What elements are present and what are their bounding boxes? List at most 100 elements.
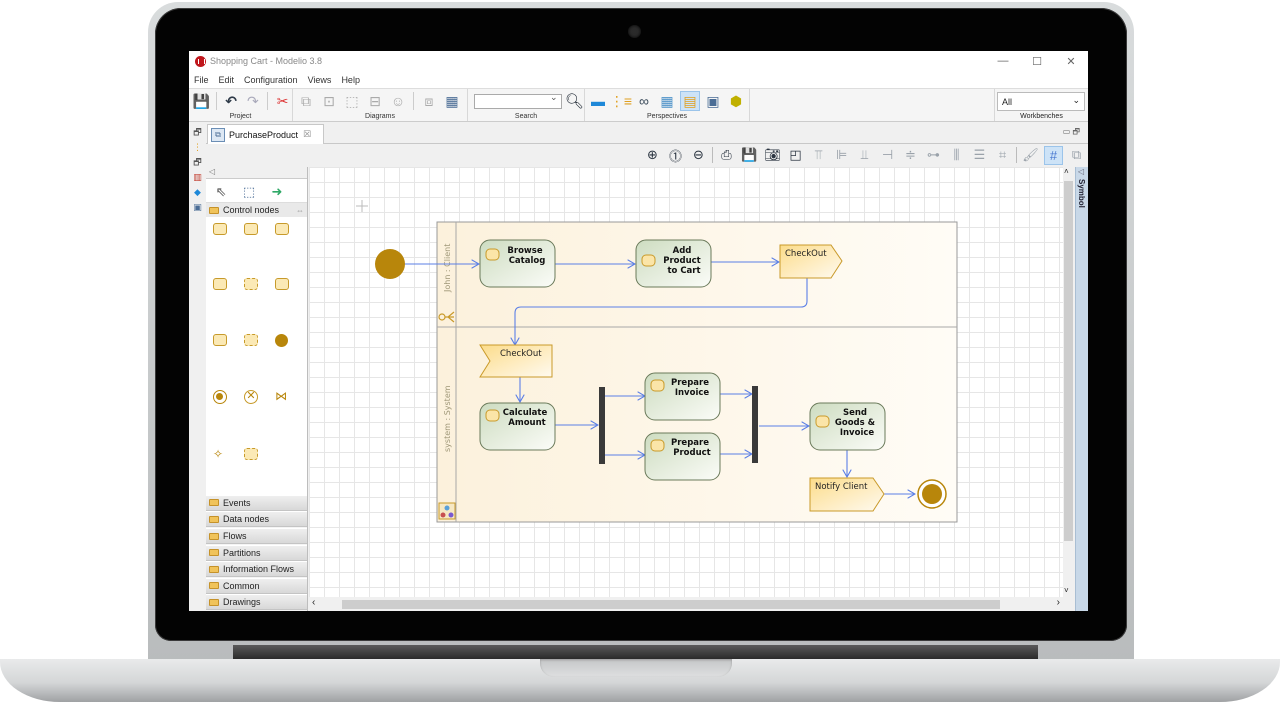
project-perspective-icon[interactable]: ▬ xyxy=(588,91,608,111)
link-icon[interactable]: ∞ xyxy=(634,91,654,111)
view-controls[interactable]: ▭ 🗗 xyxy=(1063,126,1080,140)
palette-section-control-nodes[interactable]: Control nodes ⇔ xyxy=(206,203,307,217)
menu-views[interactable]: Views xyxy=(308,75,332,85)
undo-icon[interactable]: ↶ xyxy=(222,91,241,111)
tools-icon[interactable]: ✂ xyxy=(273,91,292,111)
collapse-arrows-icon[interactable]: ⇔ xyxy=(296,206,304,215)
partition-label-system[interactable]: system : System xyxy=(443,385,452,452)
tab-purchase-product[interactable]: ⧉ PurchaseProduct ☒ xyxy=(207,124,324,144)
opaque-action-icon[interactable] xyxy=(213,278,227,291)
restore-icon[interactable]: 🗗 xyxy=(192,127,203,138)
palette-section-data-nodes[interactable]: Data nodes xyxy=(206,511,307,528)
action-send-goods-invoice[interactable]: Send Goods & Invoice xyxy=(809,402,886,451)
zoom-out-icon[interactable]: ⊖ xyxy=(689,146,708,165)
sequence-diagram-icon[interactable]: ⊟ xyxy=(365,91,385,111)
action-calculate-amount[interactable]: Calculate Amount xyxy=(479,402,556,451)
activity-final-node[interactable] xyxy=(917,479,947,509)
usecase-diagram-icon[interactable]: ☺ xyxy=(388,91,408,111)
loop-node-icon[interactable] xyxy=(275,278,289,291)
vertical-scrollbar[interactable]: ˄ ˅ xyxy=(1063,167,1074,597)
accept-event-checkout[interactable]: CheckOut xyxy=(479,344,553,378)
format-painter-icon[interactable]: 🖌︎ xyxy=(1021,146,1040,165)
final-node-icon[interactable] xyxy=(213,390,227,405)
call-behavior-icon[interactable] xyxy=(244,223,258,235)
model-tree-icon[interactable]: ⋮≡ xyxy=(610,91,632,111)
grid-snap-icon[interactable]: ⌗ xyxy=(993,146,1012,165)
structured-activity-icon[interactable] xyxy=(244,278,258,291)
distribute-h-icon[interactable]: ⫼ xyxy=(947,146,966,165)
call-operation-icon[interactable] xyxy=(275,223,289,235)
select-tool-icon[interactable]: ⇖ xyxy=(212,183,230,201)
align-middle-icon[interactable]: ⊶ xyxy=(924,146,943,165)
workbench-select[interactable]: All ⌄ xyxy=(997,92,1085,111)
conditional-node-icon[interactable] xyxy=(213,333,227,346)
close-tab-icon[interactable]: ☒ xyxy=(303,129,311,140)
fork-bar[interactable] xyxy=(599,387,605,464)
send-signal-checkout[interactable]: CheckOut xyxy=(779,244,843,279)
modeling-perspective-icon[interactable]: ▤ xyxy=(680,91,700,111)
scroll-left-icon[interactable]: ‹ xyxy=(312,597,315,608)
horizontal-scroll-thumb[interactable] xyxy=(342,600,1000,609)
marquee-select-tool-icon[interactable]: ⬚ xyxy=(240,183,258,201)
maximize-button[interactable]: ☐ xyxy=(1020,55,1054,68)
flow-final-icon[interactable]: ✕ xyxy=(244,390,258,405)
palette-section-events[interactable]: Events xyxy=(206,494,307,511)
activity-diagram-icon[interactable]: ⬚ xyxy=(342,91,362,111)
distribute-v-icon[interactable]: ☰ xyxy=(970,146,989,165)
close-button[interactable]: ✕ xyxy=(1054,55,1088,68)
scroll-up-icon[interactable]: ˄ xyxy=(1064,167,1069,176)
grid-icon[interactable]: # xyxy=(1044,145,1063,165)
print-icon[interactable]: ⎙ xyxy=(717,146,736,165)
zoom-fit-icon[interactable]: ⓵ xyxy=(666,146,685,165)
palette-section-common[interactable]: Common xyxy=(206,577,307,594)
layer-icon[interactable]: ⧉ xyxy=(1067,146,1086,165)
tag-icon[interactable]: ◆ xyxy=(192,187,203,198)
partition-label-client[interactable]: John : Client xyxy=(443,244,452,293)
magnifier-icon[interactable]: 🔍︎ xyxy=(565,91,584,111)
zoom-in-icon[interactable]: ⊕ xyxy=(643,146,662,165)
align-top-icon[interactable]: ⫪ xyxy=(809,146,828,165)
model-explorer-icon[interactable]: ⋮ xyxy=(192,142,203,153)
action-add-product-to-cart[interactable]: Add Product to Cart xyxy=(635,239,712,288)
symbol-panel[interactable]: ◁ Symbol xyxy=(1075,167,1088,611)
scroll-right-icon[interactable]: › xyxy=(1057,597,1060,608)
hexagon-perspective-icon[interactable]: ⬢ xyxy=(726,91,746,111)
initial-node[interactable] xyxy=(375,249,405,279)
join-bar[interactable] xyxy=(752,386,758,463)
palette-section-drawings[interactable]: Drawings xyxy=(206,594,307,611)
palette-collapse-button[interactable]: ◁ xyxy=(206,167,307,179)
diagram-canvas[interactable]: John : Client system : System Browse Cat… xyxy=(309,167,1063,597)
initial-node-icon[interactable] xyxy=(275,333,288,347)
expansion-region-icon[interactable] xyxy=(244,333,258,346)
camera-icon[interactable]: 📷︎ xyxy=(763,146,782,165)
align-center-icon[interactable]: ≑ xyxy=(901,146,920,165)
palette-section-flows[interactable]: Flows xyxy=(206,528,307,545)
horizontal-scrollbar[interactable]: ‹ › xyxy=(309,597,1063,611)
scroll-down-icon[interactable]: ˅ xyxy=(1064,586,1069,595)
palette-section-information-flows[interactable]: Information Flows xyxy=(206,561,307,578)
matrix-icon[interactable]: ▦ xyxy=(442,91,462,111)
save-icon[interactable]: 💾 xyxy=(192,91,211,111)
redo-icon[interactable]: ↷ xyxy=(244,91,263,111)
action-prepare-product[interactable]: Prepare Product xyxy=(644,432,721,481)
menu-configuration[interactable]: Configuration xyxy=(244,75,298,85)
send-signal-notify-client[interactable]: Notify Client xyxy=(809,477,885,512)
menu-file[interactable]: File xyxy=(194,75,209,85)
properties-icon[interactable]: ▥ xyxy=(192,172,203,183)
vertical-scroll-thumb[interactable] xyxy=(1064,181,1073,541)
palette-section-partitions[interactable]: Partitions xyxy=(206,544,307,561)
fork-join-icon[interactable]: ⋈ xyxy=(275,390,289,402)
expand-panel-icon[interactable]: ◁ xyxy=(1078,167,1084,176)
interruptible-region-icon[interactable] xyxy=(244,447,258,460)
diagram-perspective-icon[interactable]: ▣ xyxy=(703,91,723,111)
search-input[interactable] xyxy=(474,92,562,109)
action-node-icon[interactable] xyxy=(213,223,227,235)
connector-tool-icon[interactable]: ➜ xyxy=(268,183,286,201)
minimize-button[interactable]: — xyxy=(986,55,1020,68)
action-prepare-invoice[interactable]: Prepare Invoice xyxy=(644,372,721,421)
menu-edit[interactable]: Edit xyxy=(219,75,235,85)
align-bottom-icon[interactable]: ⫫ xyxy=(855,146,874,165)
align-right-icon[interactable]: ⊣ xyxy=(878,146,897,165)
package-diagram-icon[interactable]: ⊡ xyxy=(319,91,339,111)
menu-help[interactable]: Help xyxy=(341,75,360,85)
